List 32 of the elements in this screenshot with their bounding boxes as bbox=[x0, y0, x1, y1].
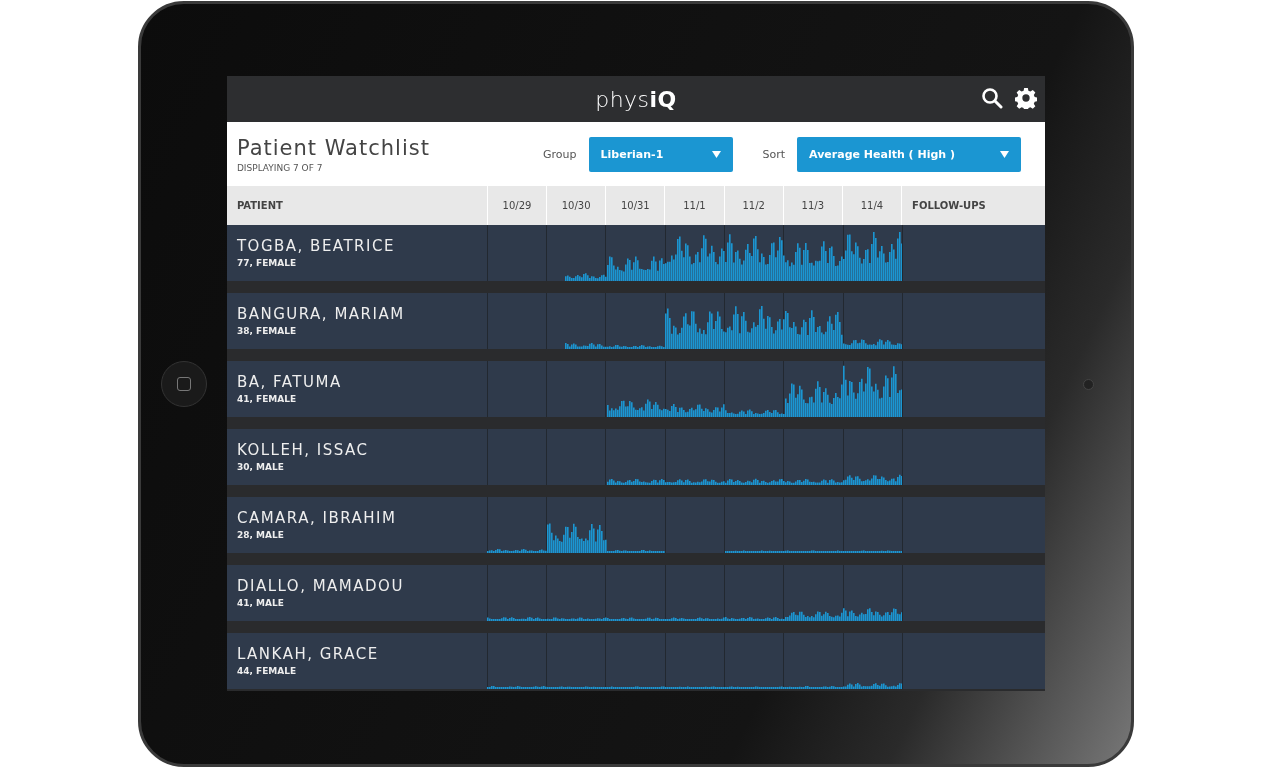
patient-details: 41, FEMALE bbox=[236, 394, 298, 404]
patient-name: TOGBA, BEATRICE bbox=[236, 237, 396, 255]
caret-icon bbox=[711, 150, 721, 158]
filter-label: Group bbox=[543, 147, 577, 161]
patient-row[interactable]: BANGURA, MARIAM 38, FEMALE bbox=[226, 293, 1046, 349]
column-header: PATIENT bbox=[235, 199, 284, 213]
display-count: DISPLAYING 7 OF 7 bbox=[236, 162, 324, 173]
patient-row[interactable]: BA, FATUMA 41, FEMALE bbox=[226, 361, 1046, 417]
patient-name: BANGURA, MARIAM bbox=[236, 305, 406, 323]
patient-row[interactable]: TOGBA, BEATRICE 77, FEMALE bbox=[226, 225, 1046, 281]
patient-name: KOLLEH, ISSAC bbox=[236, 441, 370, 459]
patient-details: 38, FEMALE bbox=[236, 326, 298, 336]
patient-details: 30, MALE bbox=[236, 462, 285, 472]
patient-row[interactable]: KOLLEH, ISSAC 30, MALE bbox=[226, 429, 1046, 485]
caret-icon bbox=[1000, 150, 1010, 158]
patient-name: LANKAH, GRACE bbox=[236, 645, 380, 663]
logo: physiQ bbox=[595, 86, 677, 112]
patient-name: BA, FATUMA bbox=[236, 373, 343, 391]
patient-row[interactable]: DIALLO, MAMADOU 41, MALE bbox=[226, 565, 1046, 621]
camera-icon bbox=[1082, 378, 1094, 390]
search-icon[interactable] bbox=[981, 87, 1004, 109]
settings-icon[interactable] bbox=[1015, 87, 1038, 109]
page-title: Patient Watchlist bbox=[236, 135, 431, 160]
patient-name: DIALLO, MAMADOU bbox=[236, 577, 405, 595]
patient-row[interactable]: LANKAH, GRACE 44, FEMALE bbox=[226, 633, 1046, 689]
patient-name: CAMARA, IBRAHIM bbox=[236, 509, 398, 527]
patient-details: 28, MALE bbox=[236, 530, 285, 540]
patient-row[interactable]: CAMARA, IBRAHIM 28, MALE bbox=[226, 497, 1046, 553]
patient-details: 77, FEMALE bbox=[236, 258, 298, 268]
patient-details: 41, MALE bbox=[236, 598, 285, 608]
filter-label: Sort bbox=[762, 147, 786, 161]
patient-details: 44, FEMALE bbox=[236, 666, 298, 676]
